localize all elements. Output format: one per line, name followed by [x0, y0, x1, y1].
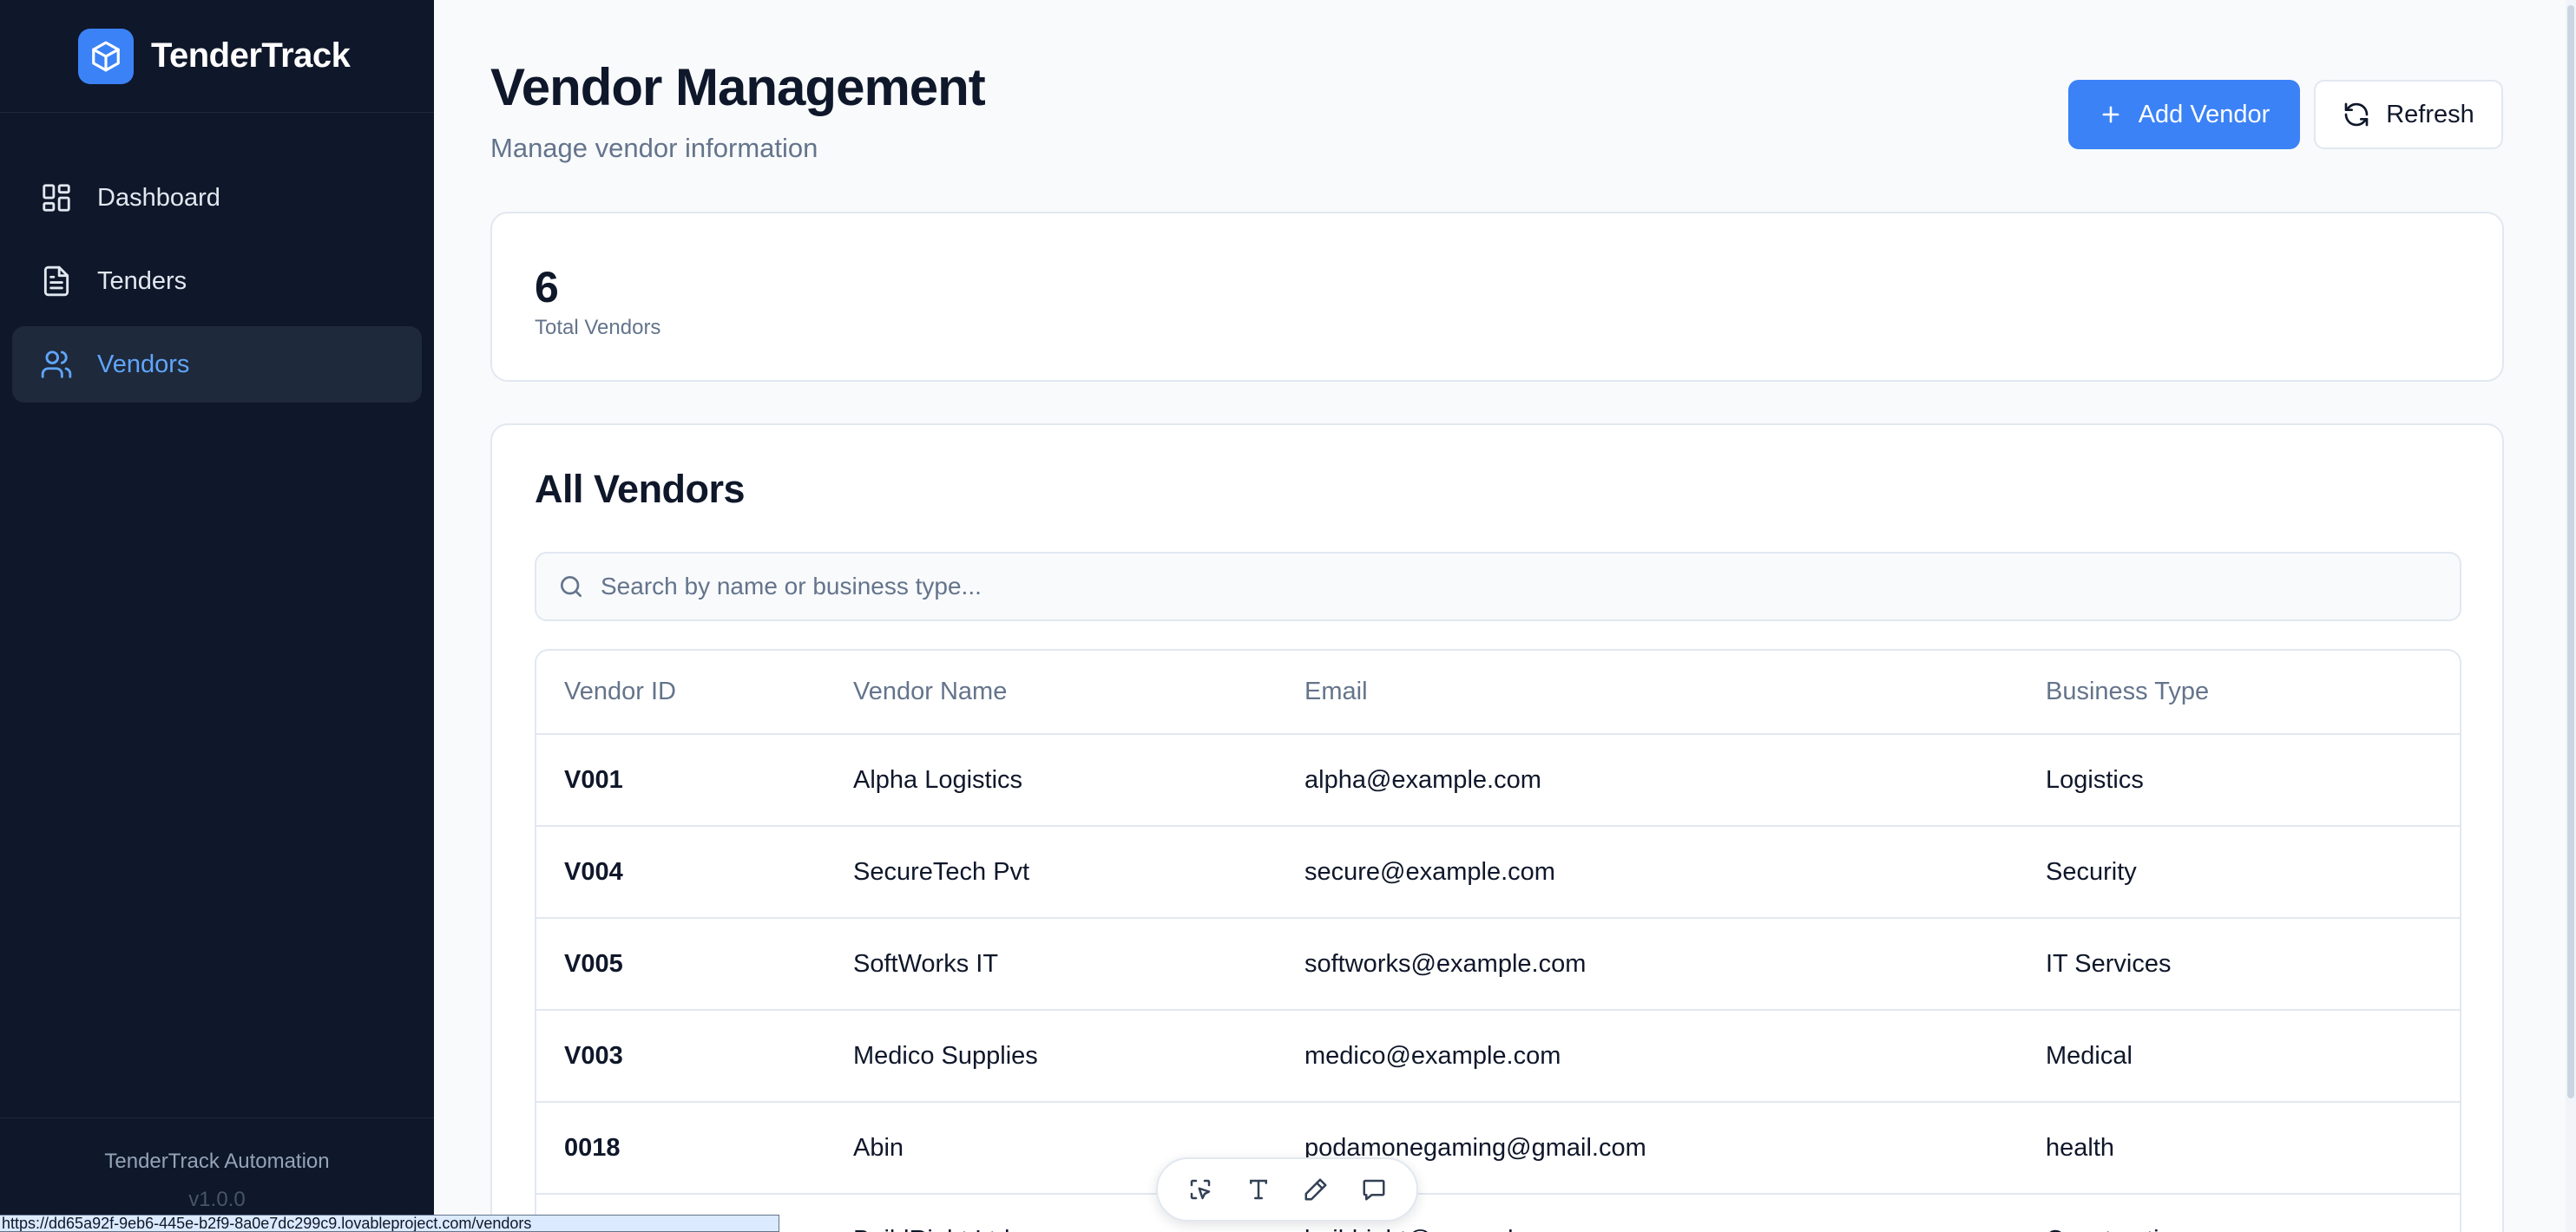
- table-row[interactable]: V003 Medico Supplies medico@example.com …: [536, 1010, 2460, 1103]
- column-header-business-type[interactable]: Business Type: [2046, 651, 2460, 735]
- refresh-icon: [2344, 102, 2369, 127]
- business-type-cell: Medical: [2046, 1010, 2460, 1103]
- vendors-table: Vendor ID Vendor Name Email Business Typ…: [535, 649, 2461, 1232]
- select-icon: [1191, 1179, 1211, 1200]
- vendor-id-cell: V005: [536, 918, 853, 1011]
- sidebar-item-label: Dashboard: [97, 183, 220, 212]
- brand[interactable]: TenderTrack: [0, 0, 434, 113]
- sidebar-item-vendors[interactable]: Vendors: [12, 326, 422, 403]
- vendor-name-cell: SoftWorks IT: [853, 918, 1304, 1011]
- column-header-email[interactable]: Email: [1304, 651, 2046, 735]
- brand-name: TenderTrack: [151, 36, 351, 75]
- page-scrollbar[interactable]: [2566, 0, 2576, 1232]
- total-vendors-value: 6: [535, 263, 559, 311]
- table-row[interactable]: BuildRight Ltd buildright@example.com Co…: [536, 1194, 2460, 1232]
- footer-version: v1.0.0: [188, 1188, 246, 1211]
- pen-icon: [1304, 1178, 1327, 1201]
- vendor-id-cell: 0018: [536, 1102, 853, 1195]
- cube-icon: [78, 28, 134, 84]
- main-content: Vendor Management Manage vendor informat…: [434, 0, 2566, 1232]
- refresh-label: Refresh: [2386, 100, 2474, 128]
- status-bar-url: https://dd65a92f-9eb6-445e-b2f9-8a0e7dc2…: [0, 1215, 779, 1232]
- text-icon: [1249, 1179, 1267, 1200]
- vendor-id-cell: V003: [536, 1010, 853, 1103]
- comment-tool-button[interactable]: [1350, 1165, 1398, 1214]
- document-icon: [43, 265, 69, 297]
- sidebar: TenderTrack Dashboard Tenders Vendors Te…: [0, 0, 434, 1232]
- add-vendor-label: Add Vendor: [2138, 100, 2270, 128]
- business-type-cell: health: [2046, 1102, 2460, 1195]
- text-tool-button[interactable]: [1234, 1165, 1283, 1214]
- vendor-name-cell: SecureTech Pvt: [853, 826, 1304, 919]
- vendor-name-cell: Medico Supplies: [853, 1010, 1304, 1103]
- business-type-cell: Logistics: [2046, 734, 2460, 827]
- comment-icon: [1363, 1179, 1385, 1201]
- search-field[interactable]: [535, 552, 2461, 621]
- pen-tool-button[interactable]: [1291, 1165, 1340, 1214]
- vendor-email-cell: softworks@example.com: [1304, 918, 2046, 1011]
- business-type-cell: IT Services: [2046, 918, 2460, 1011]
- table-row[interactable]: V005 SoftWorks IT softworks@example.com …: [536, 918, 2460, 1011]
- vendor-id-cell: V001: [536, 734, 853, 827]
- section-title: All Vendors: [535, 467, 746, 511]
- refresh-button[interactable]: Refresh: [2314, 80, 2503, 149]
- users-icon: [41, 351, 72, 378]
- floating-toolbar: [1156, 1157, 1418, 1222]
- sidebar-item-label: Vendors: [97, 350, 190, 378]
- vendor-email-cell: medico@example.com: [1304, 1010, 2046, 1103]
- plus-icon: [2102, 106, 2119, 123]
- search-icon: [561, 576, 582, 597]
- add-vendor-button[interactable]: Add Vendor: [2068, 80, 2300, 149]
- footer-app-name: TenderTrack Automation: [104, 1150, 330, 1173]
- table-header-row: Vendor ID Vendor Name Email Business Typ…: [536, 651, 2460, 735]
- vendor-id-cell: V004: [536, 826, 853, 919]
- page-title: Vendor Management: [490, 58, 986, 116]
- vendor-name-cell: Alpha Logistics: [853, 734, 1304, 827]
- vendors-card: All Vendors Vendor ID Vendor Name Email: [490, 423, 2504, 1232]
- total-vendors-label: Total Vendors: [535, 316, 661, 339]
- app-window: TenderTrack Dashboard Tenders Vendors Te…: [0, 0, 2576, 1232]
- table-row[interactable]: V001 Alpha Logistics alpha@example.com L…: [536, 734, 2460, 827]
- column-header-vendor-id[interactable]: Vendor ID: [536, 651, 853, 735]
- table-row[interactable]: V004 SecureTech Pvt secure@example.com S…: [536, 826, 2460, 919]
- column-header-vendor-name[interactable]: Vendor Name: [853, 651, 1304, 735]
- business-type-cell: Construction: [2046, 1194, 2460, 1232]
- dashboard-grid-icon: [43, 184, 70, 212]
- sidebar-nav: Dashboard Tenders Vendors: [0, 160, 434, 403]
- vendor-email-cell: alpha@example.com: [1304, 734, 2046, 827]
- sidebar-item-tenders[interactable]: Tenders: [12, 243, 422, 319]
- sidebar-item-dashboard[interactable]: Dashboard: [12, 160, 422, 236]
- scrollbar-thumb[interactable]: [2567, 5, 2574, 1098]
- business-type-cell: Security: [2046, 826, 2460, 919]
- select-tool-button[interactable]: [1176, 1165, 1225, 1214]
- search-input[interactable]: [601, 573, 2423, 600]
- page-subtitle: Manage vendor information: [490, 133, 818, 163]
- total-vendors-card: 6 Total Vendors: [490, 212, 2504, 382]
- vendor-email-cell: secure@example.com: [1304, 826, 2046, 919]
- table-row[interactable]: 0018 Abin podamonegaming@gmail.com healt…: [536, 1102, 2460, 1195]
- sidebar-item-label: Tenders: [97, 266, 187, 295]
